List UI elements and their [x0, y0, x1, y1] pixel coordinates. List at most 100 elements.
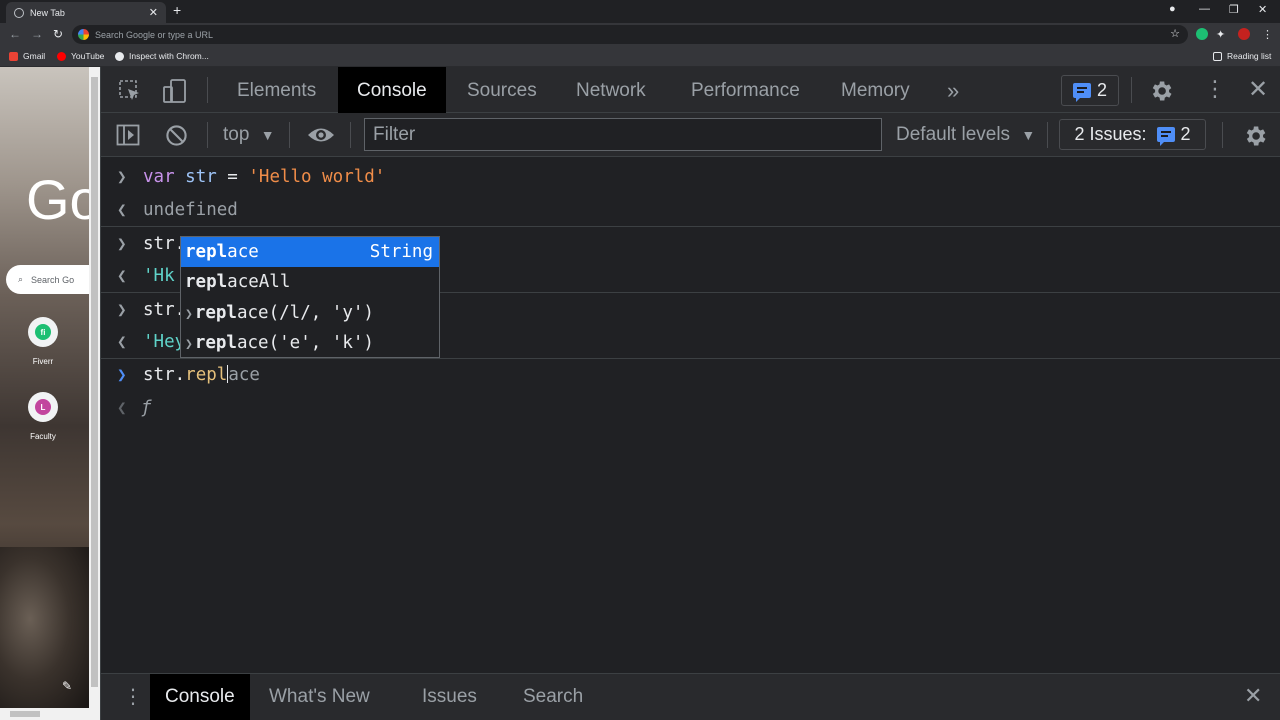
- autocomplete-item[interactable]: ❯ replace('e', 'k'): [181, 328, 439, 358]
- more-options-icon[interactable]: ⋮: [1204, 76, 1226, 102]
- tab-memory[interactable]: Memory: [841, 67, 910, 113]
- console-input-line: ❯ var str = 'Hello world': [101, 161, 1280, 194]
- reload-icon[interactable]: ↻: [53, 27, 63, 41]
- rest-text: ace(/l/, 'y'): [236, 303, 374, 323]
- message-count: 2: [1096, 80, 1107, 100]
- page-scrollbar[interactable]: [89, 67, 100, 720]
- autocomplete-popup: replace String replaceAll ❯ replace(/l/, '…: [180, 236, 440, 358]
- context-selector[interactable]: top ▼: [223, 113, 275, 157]
- close-devtools-icon[interactable]: ✕: [1248, 75, 1268, 104]
- tab-elements[interactable]: Elements: [237, 67, 316, 113]
- filter-input[interactable]: Filter: [364, 118, 882, 151]
- result-value: undefined: [143, 200, 238, 220]
- search-icon: ⌕: [18, 274, 24, 284]
- background-image: [0, 547, 100, 720]
- message-icon: [1156, 127, 1175, 146]
- page-hscrollbar[interactable]: [0, 708, 89, 720]
- devtools-panel: Elements Console Sources Network Perform…: [100, 67, 1280, 720]
- log-levels-dropdown[interactable]: Default levels ▼: [896, 113, 1035, 157]
- prompt-typed: repl: [185, 365, 228, 385]
- console-prompt[interactable]: ❯ str.replace: [101, 359, 1280, 392]
- bookmark-inspect[interactable]: Inspect with Chrom...: [115, 51, 209, 61]
- bookmark-youtube[interactable]: YouTube: [57, 51, 104, 61]
- extension-icon[interactable]: [1196, 28, 1208, 40]
- close-drawer-icon[interactable]: ✕: [1244, 683, 1262, 709]
- google-search-box[interactable]: ⌕ Search Go: [6, 265, 100, 294]
- reading-list[interactable]: Reading list: [1213, 51, 1271, 61]
- tab-title: New Tab: [30, 7, 65, 18]
- avatar[interactable]: [1238, 28, 1250, 40]
- drawer-menu-icon[interactable]: ⋮: [123, 684, 143, 709]
- tab-performance[interactable]: Performance: [691, 67, 800, 113]
- variable: str: [185, 167, 217, 187]
- reading-list-icon: [1213, 51, 1222, 61]
- bookmark-label: YouTube: [71, 51, 105, 61]
- bookmark-label: Gmail: [23, 51, 46, 61]
- drawer-tab-issues[interactable]: Issues: [422, 674, 477, 720]
- globe-icon: [14, 7, 24, 18]
- shortcut-label: Faculty: [30, 432, 56, 441]
- keyword: var: [143, 167, 175, 187]
- tab-sources[interactable]: Sources: [467, 67, 537, 113]
- input-text: str.: [143, 234, 186, 254]
- more-tabs-icon[interactable]: »: [947, 67, 959, 113]
- shortcut-label: Fiverr: [32, 357, 54, 366]
- window-close-button[interactable]: ✕: [1258, 3, 1267, 16]
- browser-tab[interactable]: New Tab ✕: [6, 2, 166, 23]
- autocomplete-item[interactable]: replaceAll: [181, 267, 439, 297]
- pencil-icon[interactable]: ✎: [62, 679, 72, 693]
- clear-console-icon[interactable]: [165, 124, 188, 147]
- sidebar-toggle-icon[interactable]: [116, 124, 140, 146]
- autocomplete-item[interactable]: ❯ replace(/l/, 'y'): [181, 298, 439, 328]
- bookmark-gmail[interactable]: Gmail: [9, 51, 45, 61]
- console-settings-gear-icon[interactable]: [1242, 123, 1268, 149]
- chevron-left-icon: ❮: [117, 200, 127, 219]
- autocomplete-item[interactable]: replace String: [181, 237, 439, 267]
- omnibox[interactable]: Search Google or type a URL ☆: [72, 25, 1188, 44]
- message-icon: [1072, 83, 1091, 102]
- operator: =: [216, 167, 249, 187]
- drawer-tab-whats-new[interactable]: What's New: [269, 674, 370, 720]
- console-output[interactable]: ❯ var str = 'Hello world' ❮ undefined ❯ …: [101, 157, 1280, 673]
- browser-tabstrip: New Tab ✕ + ● — ❐ ✕: [0, 0, 1280, 23]
- chevron-left-icon: ❮: [117, 398, 127, 417]
- result-value: 'Hey: [143, 332, 186, 352]
- back-icon[interactable]: ←: [9, 27, 21, 41]
- match-text: repl: [185, 272, 228, 292]
- messages-badge[interactable]: 2: [1061, 75, 1119, 106]
- forward-icon[interactable]: →: [31, 27, 43, 41]
- chevron-down-icon: ▼: [1021, 127, 1036, 143]
- live-expression-eye-icon[interactable]: [306, 125, 336, 145]
- console-toolbar: top ▼ Filter Default levels ▼ 2 Issues: …: [101, 113, 1280, 157]
- drawer-tab-console[interactable]: Console: [150, 674, 250, 720]
- match-text: repl: [194, 333, 237, 353]
- drawer-tabbar: ⋮ Console What's New Issues Search ✕: [101, 673, 1280, 720]
- prompt-prefix: str.: [143, 365, 186, 385]
- device-toolbar-icon[interactable]: [162, 78, 188, 104]
- inspect-element-icon[interactable]: [118, 79, 142, 103]
- profile-icon[interactable]: ●: [1169, 3, 1176, 15]
- minimize-button[interactable]: —: [1199, 3, 1210, 15]
- prompt-suggestion: ace: [228, 365, 260, 385]
- tab-network[interactable]: Network: [576, 67, 646, 113]
- new-tab-button[interactable]: +: [173, 2, 181, 18]
- console-result-line: ❮ undefined: [101, 194, 1280, 227]
- close-tab-icon[interactable]: ✕: [149, 6, 158, 19]
- shortcut-fiverr[interactable]: fi Fiverr: [28, 317, 58, 366]
- search-placeholder: Search Go: [31, 274, 75, 285]
- shortcut-faculty[interactable]: L Faculty: [28, 392, 58, 441]
- match-text: repl: [185, 242, 228, 262]
- puzzle-icon[interactable]: ✦: [1216, 28, 1228, 41]
- browser-toolbar: ← → ↻ Search Google or type a URL ☆ ✦ ⋮: [0, 23, 1280, 46]
- match-text: repl: [194, 303, 237, 323]
- menu-icon[interactable]: ⋮: [1262, 28, 1274, 41]
- settings-gear-icon[interactable]: [1148, 78, 1174, 104]
- drawer-tab-search[interactable]: Search: [523, 674, 583, 720]
- context-label: top: [223, 124, 250, 145]
- issues-button[interactable]: 2 Issues: 2: [1059, 119, 1206, 150]
- maximize-button[interactable]: ❐: [1229, 3, 1239, 16]
- tab-console[interactable]: Console: [338, 67, 446, 113]
- faculty-icon: L: [35, 399, 51, 415]
- star-icon[interactable]: ☆: [1170, 27, 1180, 40]
- reading-list-label: Reading list: [1227, 51, 1272, 61]
